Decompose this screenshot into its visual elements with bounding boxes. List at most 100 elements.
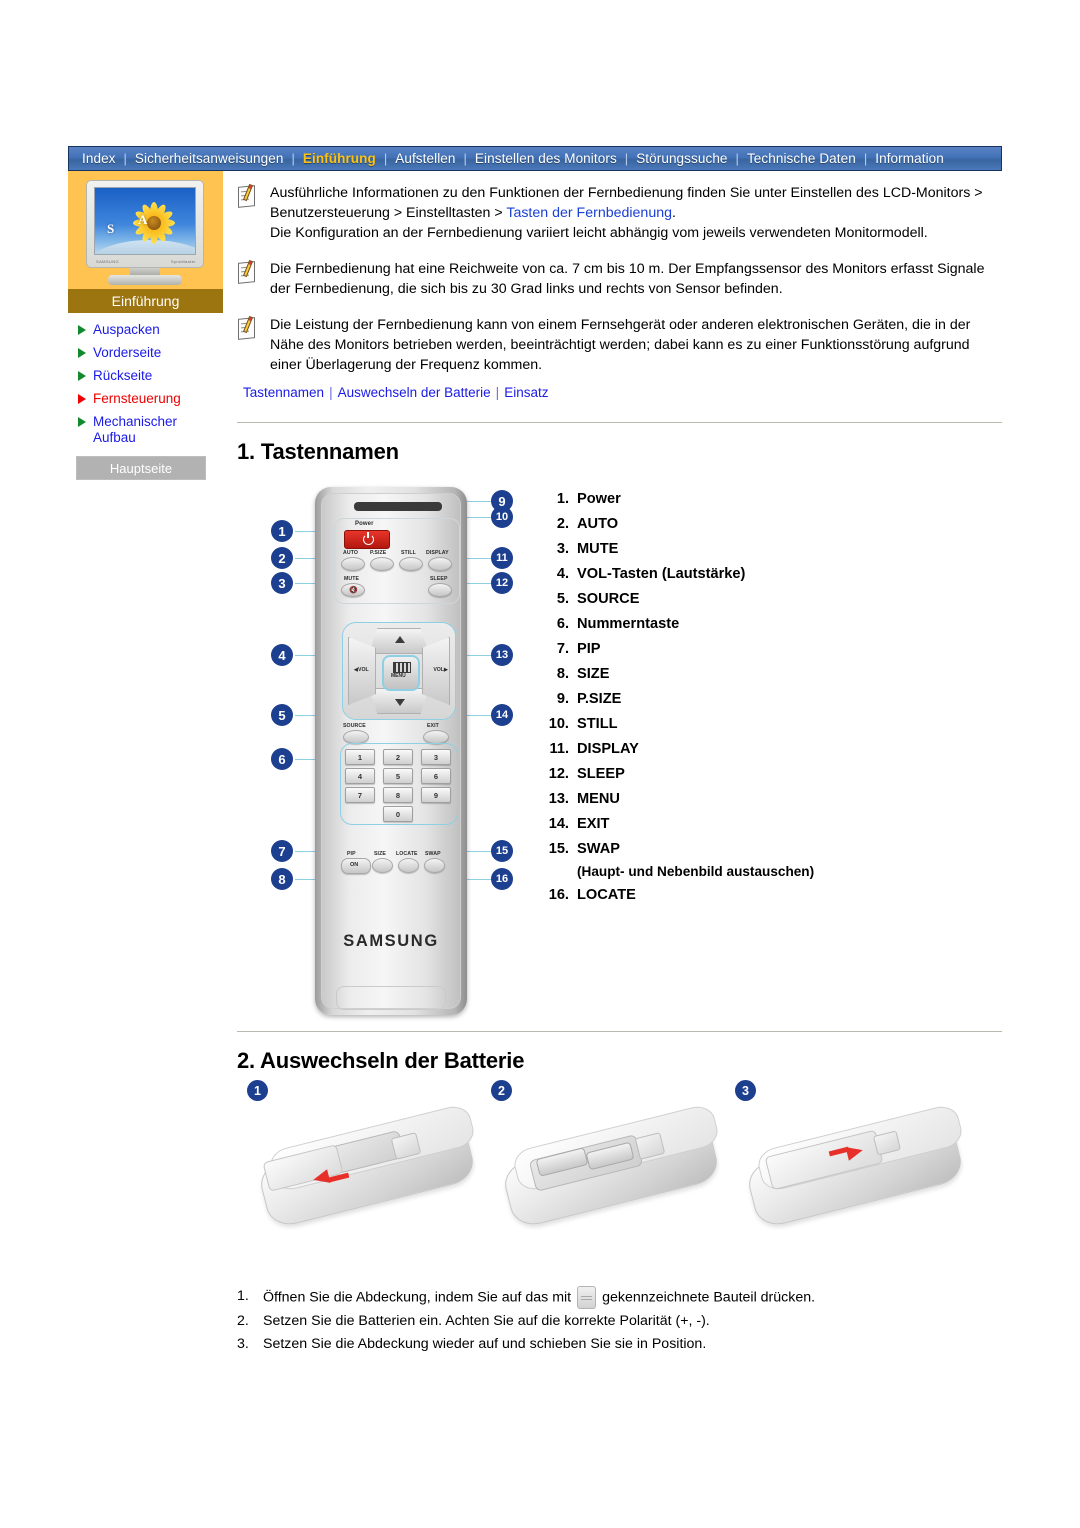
still-label: STILL bbox=[401, 550, 416, 556]
menu-grid-icon bbox=[393, 662, 411, 673]
nav-item-einfuehrung[interactable]: Einführung bbox=[296, 152, 383, 166]
number-key-3[interactable]: 3 bbox=[421, 749, 451, 765]
nav-item-sicherheitsanweisungen[interactable]: Sicherheitsanweisungen bbox=[128, 152, 291, 166]
remote-bottom-seam bbox=[336, 986, 446, 1010]
exit-button[interactable] bbox=[423, 730, 449, 744]
button-list-number: 14. bbox=[548, 816, 569, 832]
nav-item-stoerungssuche[interactable]: Störungssuche bbox=[629, 152, 734, 166]
callout-badge-16: 16 bbox=[491, 868, 513, 890]
triangle-bullet-icon bbox=[78, 371, 86, 381]
psize-button[interactable] bbox=[370, 557, 394, 571]
power-icon bbox=[363, 532, 374, 545]
nav-item-technische-daten[interactable]: Technische Daten bbox=[740, 152, 863, 166]
nav-item-index[interactable]: Index bbox=[75, 152, 123, 166]
number-key-4[interactable]: 4 bbox=[345, 768, 375, 784]
button-list-item: 4. VOL-Tasten (Lautstärke) bbox=[537, 562, 867, 587]
number-key-2[interactable]: 2 bbox=[383, 749, 413, 765]
sublink-separator: | bbox=[495, 385, 500, 400]
battery-step-number: 3 bbox=[735, 1080, 756, 1101]
button-list-item: 16. LOCATE bbox=[537, 883, 867, 908]
number-key-0[interactable]: 0 bbox=[383, 806, 413, 822]
sidebar-item-auspacken[interactable]: Auspacken bbox=[76, 322, 223, 338]
nav-item-information[interactable]: Information bbox=[868, 152, 951, 166]
callout-badge-13: 13 bbox=[491, 644, 513, 666]
instruction-text: Öffnen Sie die Abdeckung, indem Sie auf … bbox=[263, 1286, 815, 1309]
sublink-auswechseln-der-batterie[interactable]: Auswechseln der Batterie bbox=[338, 385, 491, 400]
button-list-item: 12. SLEEP bbox=[537, 762, 867, 787]
button-list-sublabel: (Haupt- und Nebenbild austauschen) bbox=[577, 864, 815, 879]
button-list-label: PIP bbox=[577, 641, 601, 657]
locate-button[interactable] bbox=[398, 858, 419, 873]
main-content: Ausführliche Informationen zu den Funkti… bbox=[237, 183, 1002, 1357]
button-list-item: 6. Nummerntaste bbox=[537, 612, 867, 637]
button-list-label: MENU bbox=[577, 791, 620, 807]
section-sublinks: Tastennamen | Auswechseln der Batterie | Ein… bbox=[237, 385, 1002, 400]
number-key-7[interactable]: 7 bbox=[345, 787, 375, 803]
callout-badge-2: 2 bbox=[271, 547, 293, 569]
mute-button[interactable]: 🔇 bbox=[341, 583, 365, 597]
still-button[interactable] bbox=[399, 557, 423, 571]
section-divider bbox=[237, 422, 1002, 423]
sublink-tastennamen[interactable]: Tastennamen bbox=[243, 385, 324, 400]
sidebar-item-vorderseite[interactable]: Vorderseite bbox=[76, 345, 223, 361]
swap-button[interactable] bbox=[424, 858, 445, 873]
sidebar-item-rueckseite[interactable]: Rückseite bbox=[76, 368, 223, 384]
sublink-einsatz[interactable]: Einsatz bbox=[504, 385, 548, 400]
button-list-number: 2. bbox=[556, 516, 569, 532]
button-list-label: LOCATE bbox=[577, 887, 636, 903]
number-key-8[interactable]: 8 bbox=[383, 787, 413, 803]
button-list-item: 7. PIP bbox=[537, 637, 867, 662]
battery-step-3: 3 bbox=[735, 1080, 985, 1247]
callout-badge-5: 5 bbox=[271, 704, 293, 726]
sidebar-card-label: Einführung bbox=[68, 289, 223, 313]
display-button[interactable] bbox=[428, 557, 452, 571]
auto-button[interactable] bbox=[341, 557, 365, 571]
menu-button[interactable]: MENU bbox=[382, 655, 420, 691]
battery-instructions: 1. Öffnen Sie die Abdeckung, indem Sie a… bbox=[237, 1286, 1002, 1355]
button-list-number: 8. bbox=[556, 666, 569, 682]
number-key-5[interactable]: 5 bbox=[383, 768, 413, 784]
sidebar-item-label: Mechanischer Aufbau bbox=[93, 414, 178, 445]
sidebar-item-fernsteuerung[interactable]: Fernsteuerung bbox=[76, 391, 223, 407]
button-list-number: 11. bbox=[549, 741, 569, 757]
triangle-bullet-icon bbox=[78, 394, 86, 404]
sunflower-icon bbox=[129, 198, 179, 248]
monitor-brand-left: SAMSUNG bbox=[96, 259, 120, 264]
instruction-text: Setzen Sie die Abdeckung wieder auf und … bbox=[263, 1336, 707, 1352]
size-button[interactable] bbox=[372, 858, 393, 873]
number-key-9[interactable]: 9 bbox=[421, 787, 451, 803]
button-list-item: 14. EXIT bbox=[537, 812, 867, 837]
tasten-der-fernbedienung-link[interactable]: Tasten der Fernbedienung bbox=[506, 205, 672, 221]
instruction-item: 2. Setzen Sie die Batterien ein. Achten … bbox=[237, 1311, 1002, 1332]
note-block: Ausführliche Informationen zu den Funkti… bbox=[237, 183, 1002, 243]
auto-label: AUTO bbox=[343, 550, 359, 556]
triangle-bullet-icon bbox=[78, 417, 86, 427]
sidebar-hero-card: S A SAMSUNG SyncMaster Einführung bbox=[68, 171, 223, 313]
number-keypad: 1 2 3 4 5 6 7 8 9 0 bbox=[340, 743, 458, 825]
number-key-6[interactable]: 6 bbox=[421, 768, 451, 784]
sidebar-item-mechanischer-aufbau[interactable]: Mechanischer Aufbau bbox=[76, 414, 223, 446]
sidebar-item-label: Rückseite bbox=[93, 368, 153, 383]
source-button[interactable] bbox=[343, 730, 369, 744]
hauptseite-button[interactable]: Hauptseite bbox=[76, 456, 206, 480]
locate-label: LOCATE bbox=[396, 851, 418, 857]
pip-on-button[interactable]: ON bbox=[341, 858, 371, 874]
power-button[interactable] bbox=[344, 530, 390, 549]
exit-label: EXIT bbox=[427, 723, 439, 729]
screen-letter-s: S bbox=[107, 221, 115, 236]
number-key-1[interactable]: 1 bbox=[345, 749, 375, 765]
remote-inner-panel: Power AUTO P.SIZE STILL DISPLAY MUTE 🔇 S… bbox=[321, 493, 461, 1010]
button-list-number: 15. bbox=[548, 841, 569, 857]
callout-badge-4: 4 bbox=[271, 644, 293, 666]
button-list-label: P.SIZE bbox=[577, 691, 622, 707]
sleep-button[interactable] bbox=[428, 583, 452, 597]
nav-item-einstellen-des-monitors[interactable]: Einstellen des Monitors bbox=[468, 152, 624, 166]
note-text-after: . bbox=[672, 205, 676, 221]
battery-step-2: 2 bbox=[491, 1080, 741, 1247]
callout-badge-12: 12 bbox=[491, 572, 513, 594]
callout-badge-14: 14 bbox=[491, 704, 513, 726]
pip-label: PIP bbox=[347, 851, 356, 857]
instruction-text-after: gekennzeichnete Bauteil drücken. bbox=[602, 1289, 816, 1306]
nav-item-aufstellen[interactable]: Aufstellen bbox=[388, 152, 462, 166]
section-heading-tastennamen: 1. Tastennamen bbox=[237, 439, 399, 464]
